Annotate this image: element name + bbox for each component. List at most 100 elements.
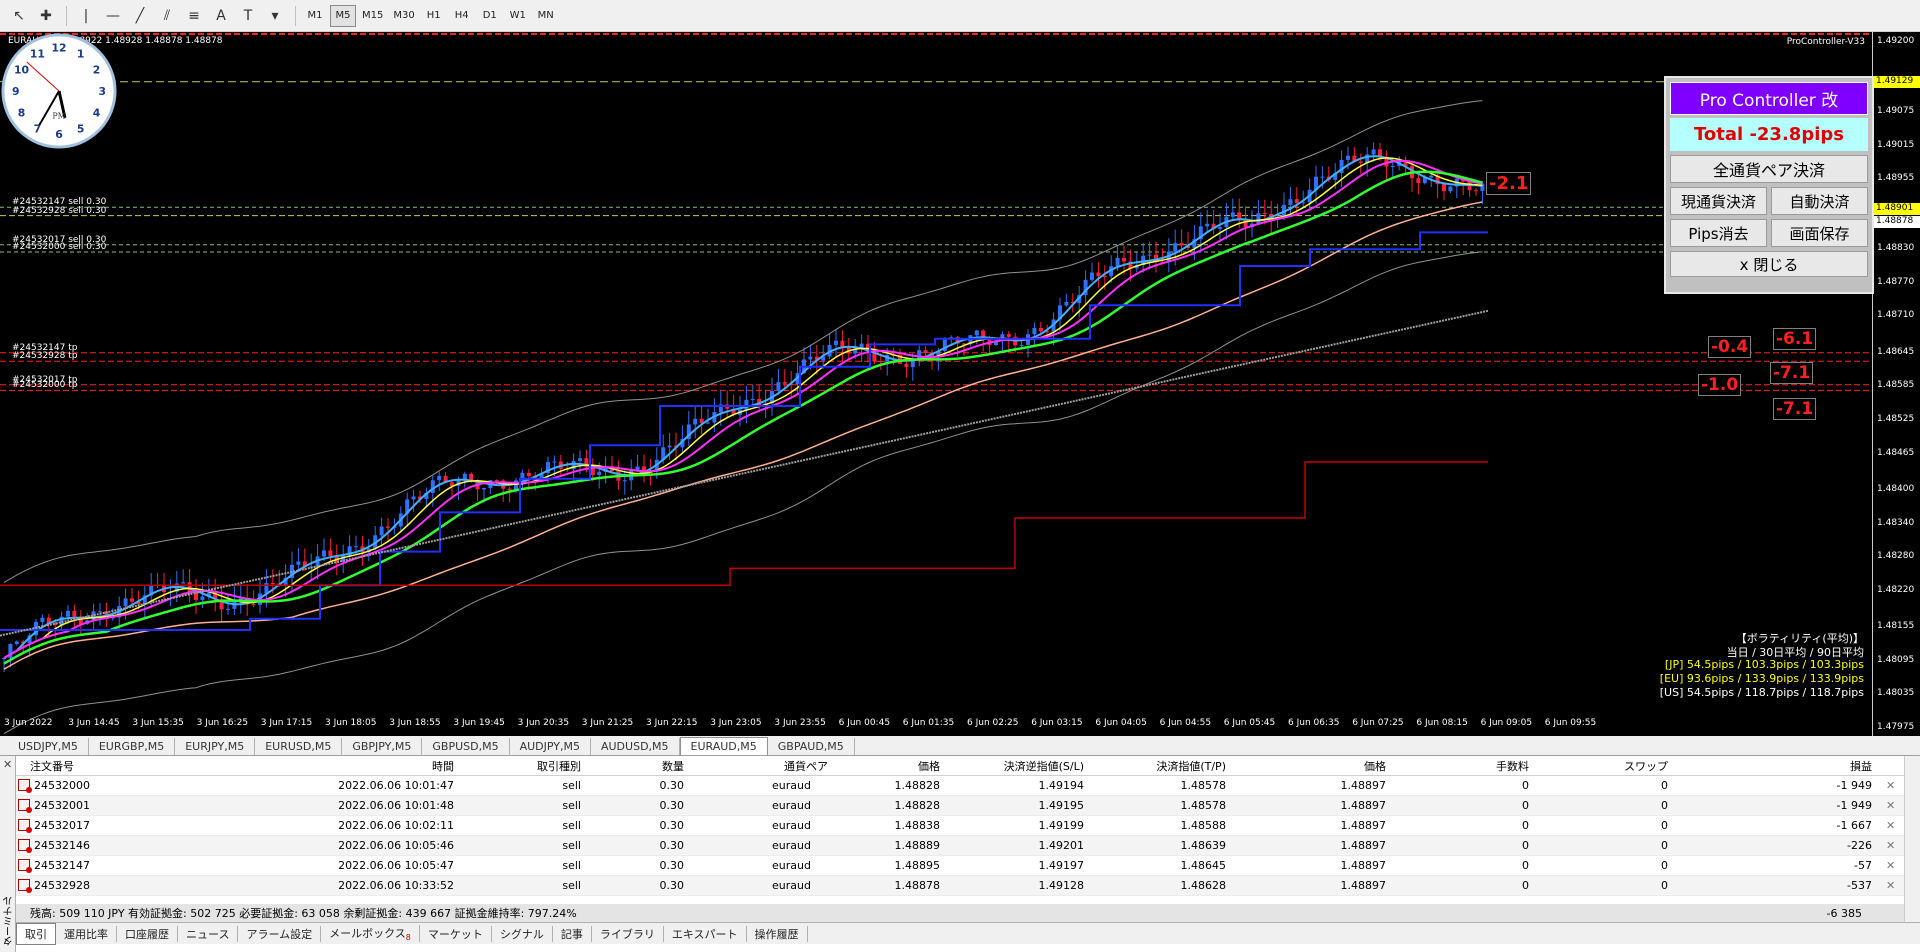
symbol-tab-eurjpy[interactable]: EURJPY,M5 xyxy=(175,738,256,755)
close-order-icon[interactable]: ✕ xyxy=(1886,779,1895,792)
terminal-tab[interactable]: マーケット xyxy=(420,925,492,942)
symbol-tab-audusd[interactable]: AUDUSD,M5 xyxy=(591,738,680,755)
text-icon[interactable]: A xyxy=(208,4,234,28)
terminal-tab[interactable]: ライブラリ xyxy=(592,925,664,942)
close-order-icon[interactable]: ✕ xyxy=(1886,799,1895,812)
symbol-tab-usdjpy[interactable]: USDJPY,M5 xyxy=(8,738,89,755)
column-header[interactable]: 価格 xyxy=(1364,758,1386,774)
price-tick: 1.48400 xyxy=(1877,484,1915,494)
column-header[interactable]: 決済逆指値(S/L) xyxy=(1004,758,1084,774)
timeframe-h1-button[interactable]: H1 xyxy=(421,5,447,27)
cursor-icon[interactable]: ↖ xyxy=(6,4,32,28)
column-header[interactable]: 手数料 xyxy=(1496,758,1529,774)
terminal-tab[interactable]: 口座履歴 xyxy=(117,925,178,942)
vertical-line-icon[interactable]: | xyxy=(73,4,99,28)
table-row[interactable]: 24532146 2022.06.06 10:05:46 sell 0.30 eurau… xyxy=(16,836,1904,856)
table-cell: 2022.06.06 10:01:48 xyxy=(338,799,454,812)
order-number: 24532146 xyxy=(34,839,90,852)
terminal-tab[interactable]: シグナル xyxy=(492,925,553,942)
time-tick: 3 Jun 16:25 xyxy=(196,718,249,728)
close-all-pairs-button[interactable]: 全通貨ペア決済 xyxy=(1670,155,1868,183)
terminal-tab[interactable]: 取引 xyxy=(16,922,56,945)
timeframe-m15-button[interactable]: M15 xyxy=(358,5,387,27)
text-label-icon[interactable]: T xyxy=(235,4,261,28)
terminal-tab[interactable]: 記事 xyxy=(553,925,592,942)
timeframe-w1-button[interactable]: W1 xyxy=(505,5,531,27)
symbol-tab-eurusd[interactable]: EURUSD,M5 xyxy=(255,738,343,755)
symbol-tab-gbpusd[interactable]: GBPUSD,M5 xyxy=(422,738,510,755)
timeframe-m5-button[interactable]: M5 xyxy=(330,4,356,27)
symbol-tab-gbpjpy[interactable]: GBPJPY,M5 xyxy=(342,738,423,755)
symbol-tab-audjpy[interactable]: AUDJPY,M5 xyxy=(510,738,591,755)
timeframe-h4-button[interactable]: H4 xyxy=(449,5,475,27)
pips-clear-button[interactable]: Pips消去 xyxy=(1670,219,1767,247)
equidistant-channel-icon[interactable]: ⫽ xyxy=(154,4,180,28)
trendline-icon[interactable]: ╱ xyxy=(127,4,153,28)
terminal-tab[interactable]: メールボックス8 xyxy=(321,924,420,943)
shapes-icon[interactable]: ▾ xyxy=(262,4,288,28)
close-order-icon[interactable]: ✕ xyxy=(1886,879,1895,892)
candle-body xyxy=(66,610,70,617)
price-chart[interactable]: EURAUD,M5 1.48922 1.48928 1.48878 1.4887… xyxy=(0,32,1920,736)
column-header[interactable]: スワップ xyxy=(1624,758,1668,774)
table-row[interactable]: 24532000 2022.06.06 10:01:47 sell 0.30 eurau… xyxy=(16,776,1904,796)
price-tick: 1.48340 xyxy=(1877,517,1915,528)
terminal-scrollbar[interactable] xyxy=(1904,756,1920,922)
clock-numeral: 10 xyxy=(14,63,29,76)
column-header[interactable]: 数量 xyxy=(662,758,684,774)
close-panel-button[interactable]: x 閉じる xyxy=(1670,251,1868,277)
terminal-tab[interactable]: アラーム設定 xyxy=(238,925,322,942)
fibonacci-icon[interactable]: ≡ xyxy=(181,4,207,28)
symbol-tabs: USDJPY,M5 EURGBP,M5 EURJPY,M5 EURUSD,M5 GBPJ… xyxy=(0,736,1920,756)
table-cell: 1.48897 xyxy=(1340,779,1387,792)
timeframe-m1-button[interactable]: M1 xyxy=(302,5,328,27)
clock-numeral: 11 xyxy=(30,47,45,60)
candle-body xyxy=(1230,212,1235,217)
horizontal-line-icon[interactable]: — xyxy=(100,4,126,28)
close-order-icon[interactable]: ✕ xyxy=(1886,819,1895,832)
candle-body xyxy=(1294,199,1299,203)
candle-body xyxy=(1096,272,1101,276)
pips-box-5: -7.1 xyxy=(1773,398,1817,420)
candle-body xyxy=(379,526,384,536)
table-cell: 0 xyxy=(1661,799,1668,812)
symbol-tab-gbpaud[interactable]: GBPAUD,M5 xyxy=(768,738,855,755)
column-header[interactable]: 決済指値(T/P) xyxy=(1156,758,1226,774)
table-cell: 1.49199 xyxy=(1038,819,1085,832)
terminal-close-icon[interactable]: ✕ xyxy=(3,758,12,771)
terminal-tab[interactable]: エキスパート xyxy=(664,925,747,942)
timeframe-mn-button[interactable]: MN xyxy=(533,5,559,27)
column-header[interactable]: 価格 xyxy=(918,758,940,774)
terminal-tab-label: 操作履歴 xyxy=(754,927,799,941)
timeframe-d1-button[interactable]: D1 xyxy=(477,5,503,27)
account-summary-text: 残高: 509 110 JPY 有効証拠金: 502 725 必要証拠金: 63… xyxy=(30,907,577,920)
table-row[interactable]: 24532928 2022.06.06 10:33:52 sell 0.30 eurau… xyxy=(16,876,1904,896)
column-header[interactable]: 取引種別 xyxy=(537,758,581,774)
table-row[interactable]: 24532001 2022.06.06 10:01:48 sell 0.30 eurau… xyxy=(16,796,1904,816)
column-header[interactable]: 通貨ペア xyxy=(784,758,828,774)
crosshair-icon[interactable]: ✚ xyxy=(33,4,59,28)
symbol-tab-euraud[interactable]: EURAUD,M5 xyxy=(679,737,768,755)
table-row[interactable]: 24532017 2022.06.06 10:02:11 sell 0.30 eurau… xyxy=(16,816,1904,836)
order-number: 24532001 xyxy=(34,799,90,812)
column-header[interactable]: 時間 xyxy=(432,758,454,774)
close-order-icon[interactable]: ✕ xyxy=(1886,859,1895,872)
auto-close-button[interactable]: 自動決済 xyxy=(1771,187,1868,215)
table-row[interactable]: 24532147 2022.06.06 10:05:47 sell 0.30 eurau… xyxy=(16,856,1904,876)
candle-body xyxy=(597,471,602,475)
terminal-tab[interactable]: 操作履歴 xyxy=(747,925,808,942)
close-current-pair-button[interactable]: 現通貨決済 xyxy=(1670,187,1767,215)
close-order-icon[interactable]: ✕ xyxy=(1886,839,1895,852)
bollinger-lower-line xyxy=(3,251,1483,735)
column-header[interactable]: 損益 xyxy=(1850,758,1872,774)
symbol-tab-eurgbp[interactable]: EURGBP,M5 xyxy=(89,738,176,755)
terminal-tab[interactable]: ニュース xyxy=(178,925,239,942)
timeframe-m30-button[interactable]: M30 xyxy=(389,5,418,27)
time-tick: 6 Jun 04:05 xyxy=(1095,718,1147,728)
save-screen-button[interactable]: 画面保存 xyxy=(1771,219,1868,247)
order-number: 24532928 xyxy=(34,879,90,892)
column-header[interactable]: 注文番号 xyxy=(30,758,74,774)
terminal-tab[interactable]: 運用比率 xyxy=(56,925,117,942)
table-cell: 0 xyxy=(1522,779,1529,792)
candle-body xyxy=(808,356,813,360)
